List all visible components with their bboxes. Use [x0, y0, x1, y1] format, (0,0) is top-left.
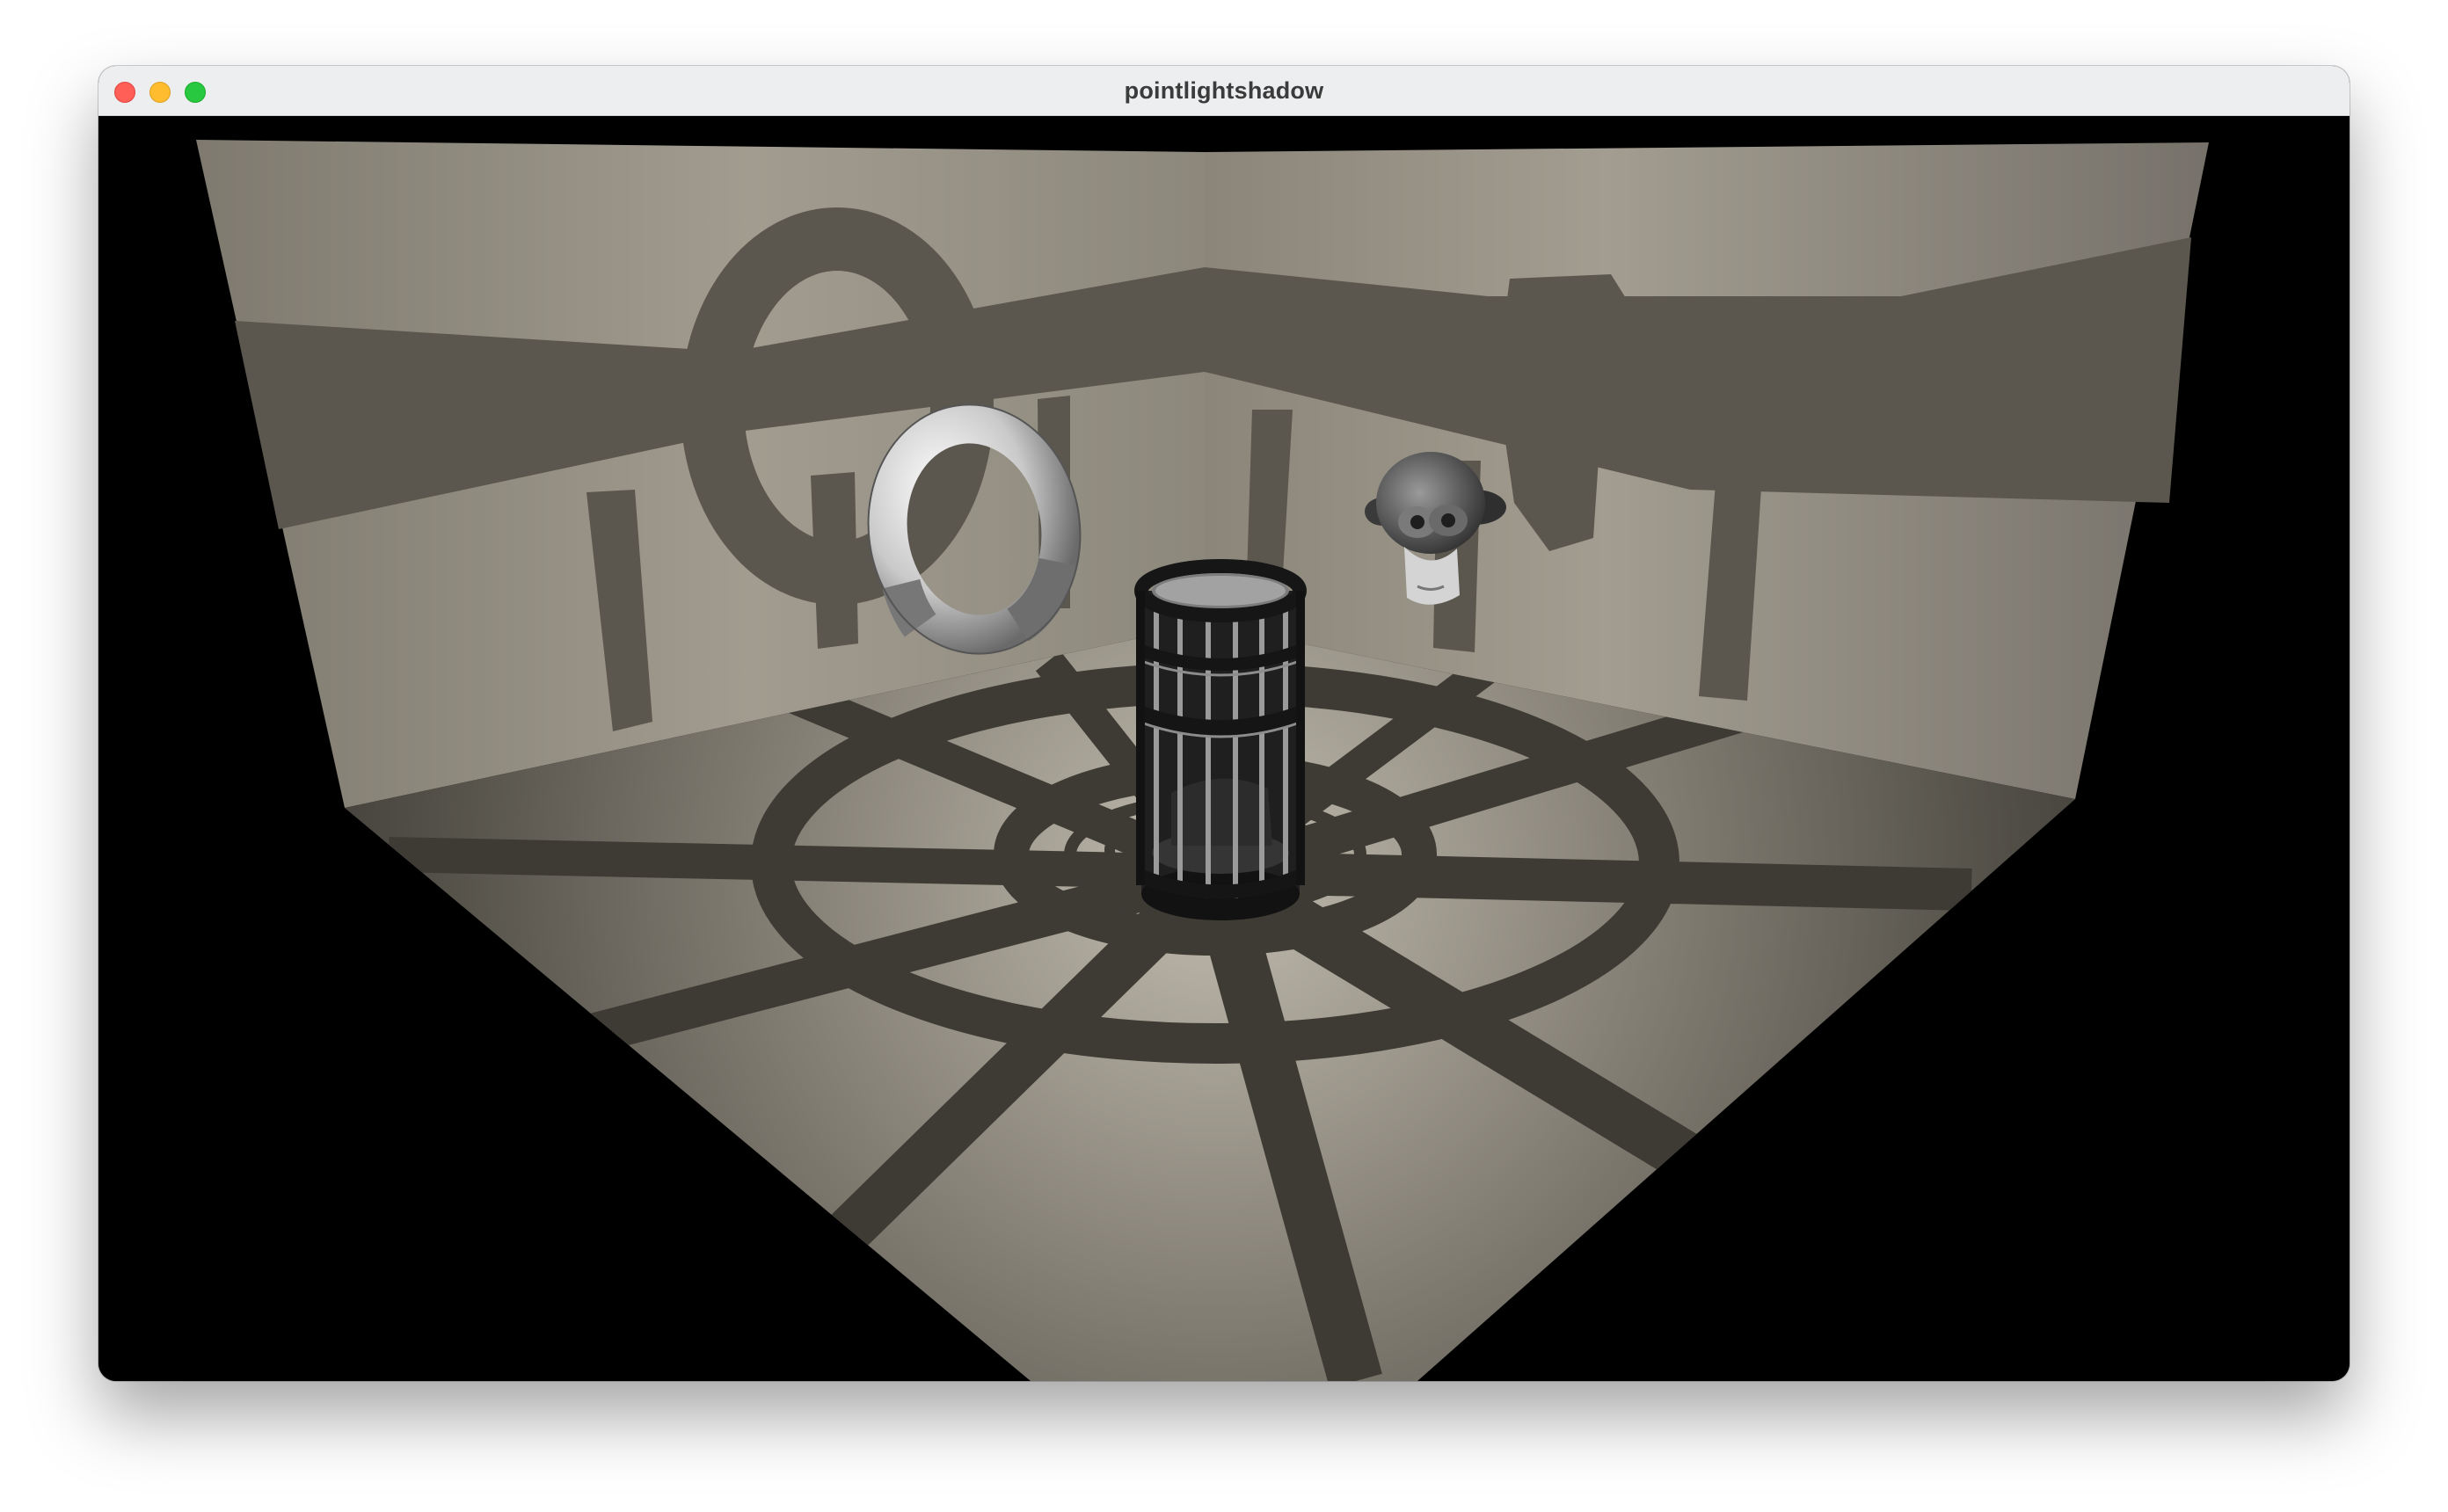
- scene-canvas: [196, 140, 2209, 1381]
- window-title: pointlightshadow: [1124, 76, 1324, 104]
- cylinder-cage: [1134, 559, 1307, 920]
- render-viewport[interactable]: [98, 116, 2350, 1381]
- title-bar[interactable]: pointlightshadow: [98, 66, 2350, 116]
- desktop: pointlightshadow: [0, 0, 2448, 1512]
- app-window: pointlightshadow: [98, 66, 2350, 1381]
- close-button[interactable]: [114, 82, 135, 103]
- zoom-button[interactable]: [185, 82, 206, 103]
- minimize-button[interactable]: [149, 82, 171, 103]
